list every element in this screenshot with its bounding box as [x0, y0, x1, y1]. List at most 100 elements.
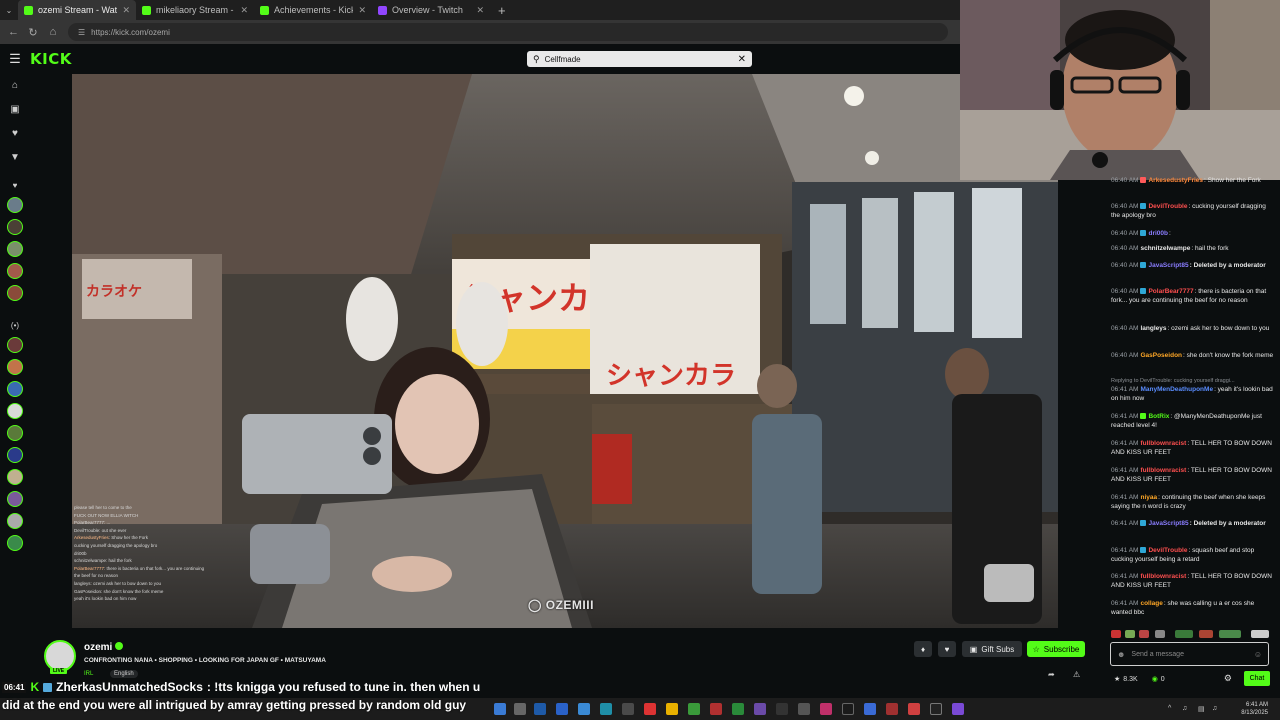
recommended-channel-avatar[interactable]: [7, 425, 23, 441]
app-icon[interactable]: [622, 703, 634, 715]
app-icon[interactable]: [578, 703, 590, 715]
clear-search-icon[interactable]: ✕: [738, 54, 746, 65]
chat-username[interactable]: DevilTrouble: [1148, 547, 1187, 554]
home-nav-icon[interactable]: ⌂: [8, 79, 22, 93]
chat-message[interactable]: 06:40 AM ArkesedustyFries: Show her the F…: [1111, 176, 1274, 185]
chat-username[interactable]: BotRix: [1148, 413, 1169, 420]
chat-username[interactable]: collage: [1140, 600, 1162, 607]
recommended-channel-avatar[interactable]: [7, 337, 23, 353]
tray-chevron-icon[interactable]: ^: [1168, 705, 1171, 712]
chat-message[interactable]: 06:40 AM PolarBear7777: there is bacteria…: [1111, 287, 1274, 305]
following-nav-icon[interactable]: ♥: [8, 127, 22, 141]
points-icon[interactable]: ◉: [1152, 675, 1158, 683]
recommended-channel-avatar[interactable]: [7, 513, 23, 529]
chat-username[interactable]: langleys: [1140, 325, 1166, 332]
chat-username[interactable]: JavaScript85: [1148, 520, 1188, 527]
followed-channel-avatar[interactable]: [7, 241, 23, 257]
chat-username[interactable]: ManyMenDeathuponMe: [1140, 386, 1213, 393]
network-icon[interactable]: ▤: [1198, 705, 1205, 713]
app-icon[interactable]: [644, 703, 656, 715]
chat-username[interactable]: fullblownracist: [1140, 467, 1186, 474]
app-icon[interactable]: [886, 703, 898, 715]
chat-message[interactable]: 06:41 AM DevilTrouble: squash beef and st…: [1111, 546, 1274, 564]
chat-message[interactable]: 06:41 AM ManyMenDeathuponMe: yeah it's lo…: [1111, 385, 1274, 403]
volume-icon[interactable]: ♫: [1212, 705, 1217, 712]
search-taskbar-icon[interactable]: [514, 703, 526, 715]
browser-tab[interactable]: mikeliaory Stream - Watch Liv ✕: [136, 0, 254, 20]
chat-username[interactable]: ArkesedustyFries: [1148, 177, 1203, 184]
tab-close-icon[interactable]: ✕: [122, 5, 130, 16]
chat-message[interactable]: 06:41 AM fullblownracist: TELL HER TO BOW…: [1111, 572, 1274, 590]
app-icon[interactable]: [820, 703, 832, 715]
subscribe-button[interactable]: ☆ Subscribe: [1027, 641, 1085, 657]
tab-close-icon[interactable]: ✕: [240, 5, 248, 16]
chat-send-button[interactable]: Chat: [1244, 671, 1270, 686]
search-input[interactable]: ⚲ Cellfmade ✕: [527, 51, 752, 67]
chat-username[interactable]: schnitzelwampe: [1140, 245, 1190, 252]
streamer-name[interactable]: ozemi: [84, 642, 124, 653]
share-icon[interactable]: ➦: [1048, 670, 1055, 679]
chat-username[interactable]: fullblownracist: [1140, 440, 1186, 447]
chat-username[interactable]: DevilTrouble: [1148, 203, 1187, 210]
chat-message[interactable]: 06:40 AM schnitzelwampe: hail the fork: [1111, 244, 1274, 253]
recommended-channel-avatar[interactable]: [7, 359, 23, 375]
chat-username[interactable]: dri00b: [1148, 230, 1168, 237]
chat-message[interactable]: 06:41 AM fullblownracist: TELL HER TO BOW…: [1111, 466, 1274, 484]
back-icon[interactable]: ←: [8, 26, 19, 38]
recommended-channel-avatar[interactable]: [7, 535, 23, 551]
recommended-channel-avatar[interactable]: [7, 491, 23, 507]
app-icon[interactable]: [666, 703, 678, 715]
site-info-icon[interactable]: ☰: [78, 28, 85, 37]
notification-bell-icon[interactable]: ♦: [914, 641, 932, 657]
url-field[interactable]: ☰ https://kick.com/ozemi: [68, 23, 948, 41]
recommended-channel-avatar[interactable]: [7, 381, 23, 397]
chat-username[interactable]: PolarBear7777: [1148, 288, 1193, 295]
chat-message[interactable]: 06:40 AM langleys: ozemi ask her to bow d…: [1111, 324, 1274, 333]
tab-close-icon[interactable]: ✕: [358, 5, 366, 16]
app-icon[interactable]: [754, 703, 766, 715]
chat-message[interactable]: 06:41 AM JavaScript85: Deleted by a moder…: [1111, 519, 1274, 528]
browser-tab[interactable]: ozemi Stream - Watch Live o ✕: [18, 0, 136, 20]
app-icon[interactable]: [930, 703, 942, 715]
followed-channel-avatar[interactable]: [7, 219, 23, 235]
recommended-channel-avatar[interactable]: [7, 403, 23, 419]
app-icon[interactable]: [952, 703, 964, 715]
tab-close-icon[interactable]: ✕: [476, 5, 484, 16]
recommended-channel-avatar[interactable]: [7, 469, 23, 485]
reload-icon[interactable]: ↻: [28, 26, 38, 39]
start-icon[interactable]: [494, 703, 506, 715]
app-icon[interactable]: [842, 703, 854, 715]
home-icon[interactable]: ⌂: [48, 26, 58, 38]
language-tag[interactable]: English: [110, 670, 138, 678]
clock[interactable]: 6:41 AM 8/13/2025: [1241, 701, 1268, 717]
app-icon[interactable]: [798, 703, 810, 715]
clips-nav-icon[interactable]: ▼: [8, 151, 22, 165]
follow-heart-icon[interactable]: ♥: [938, 641, 956, 657]
tab-search-icon[interactable]: ⌄: [0, 6, 18, 15]
browse-nav-icon[interactable]: ▣: [8, 103, 22, 117]
browser-tab[interactable]: Overview - Twitch ✕: [372, 0, 490, 20]
chat-username[interactable]: GasPoseidon: [1140, 352, 1182, 359]
chat-message[interactable]: 06:40 AM dri00b:: [1111, 229, 1274, 238]
chat-settings-icon[interactable]: ⚙: [1224, 673, 1232, 684]
video-player[interactable]: シャンカラ シャンカラ カラオケ ◯ OZEMIII please tell h…: [72, 74, 1058, 628]
app-icon[interactable]: [732, 703, 744, 715]
recommended-channel-avatar[interactable]: [7, 447, 23, 463]
report-icon[interactable]: ⚠: [1073, 670, 1080, 679]
app-icon[interactable]: [710, 703, 722, 715]
stream-category[interactable]: IRL: [84, 671, 93, 677]
chat-message[interactable]: 06:40 AM JavaScript85: Deleted by a moder…: [1111, 261, 1274, 270]
new-tab-button[interactable]: +: [490, 3, 514, 18]
emoji-picker-icon[interactable]: ☺: [1254, 650, 1262, 659]
app-icon[interactable]: [688, 703, 700, 715]
menu-icon[interactable]: ☰: [0, 51, 30, 67]
kick-logo[interactable]: KICK: [30, 50, 72, 68]
chat-message[interactable]: 06:41 AM niyaa: continuing the beef when …: [1111, 493, 1274, 511]
app-icon[interactable]: [776, 703, 788, 715]
chat-username[interactable]: fullblownracist: [1140, 573, 1186, 580]
chat-emote-icon[interactable]: ☻: [1117, 650, 1125, 659]
app-icon[interactable]: [556, 703, 568, 715]
followed-channel-avatar[interactable]: [7, 263, 23, 279]
chat-message[interactable]: 06:41 AM fullblownracist: TELL HER TO BOW…: [1111, 439, 1274, 457]
mic-icon[interactable]: ♫: [1182, 705, 1187, 712]
